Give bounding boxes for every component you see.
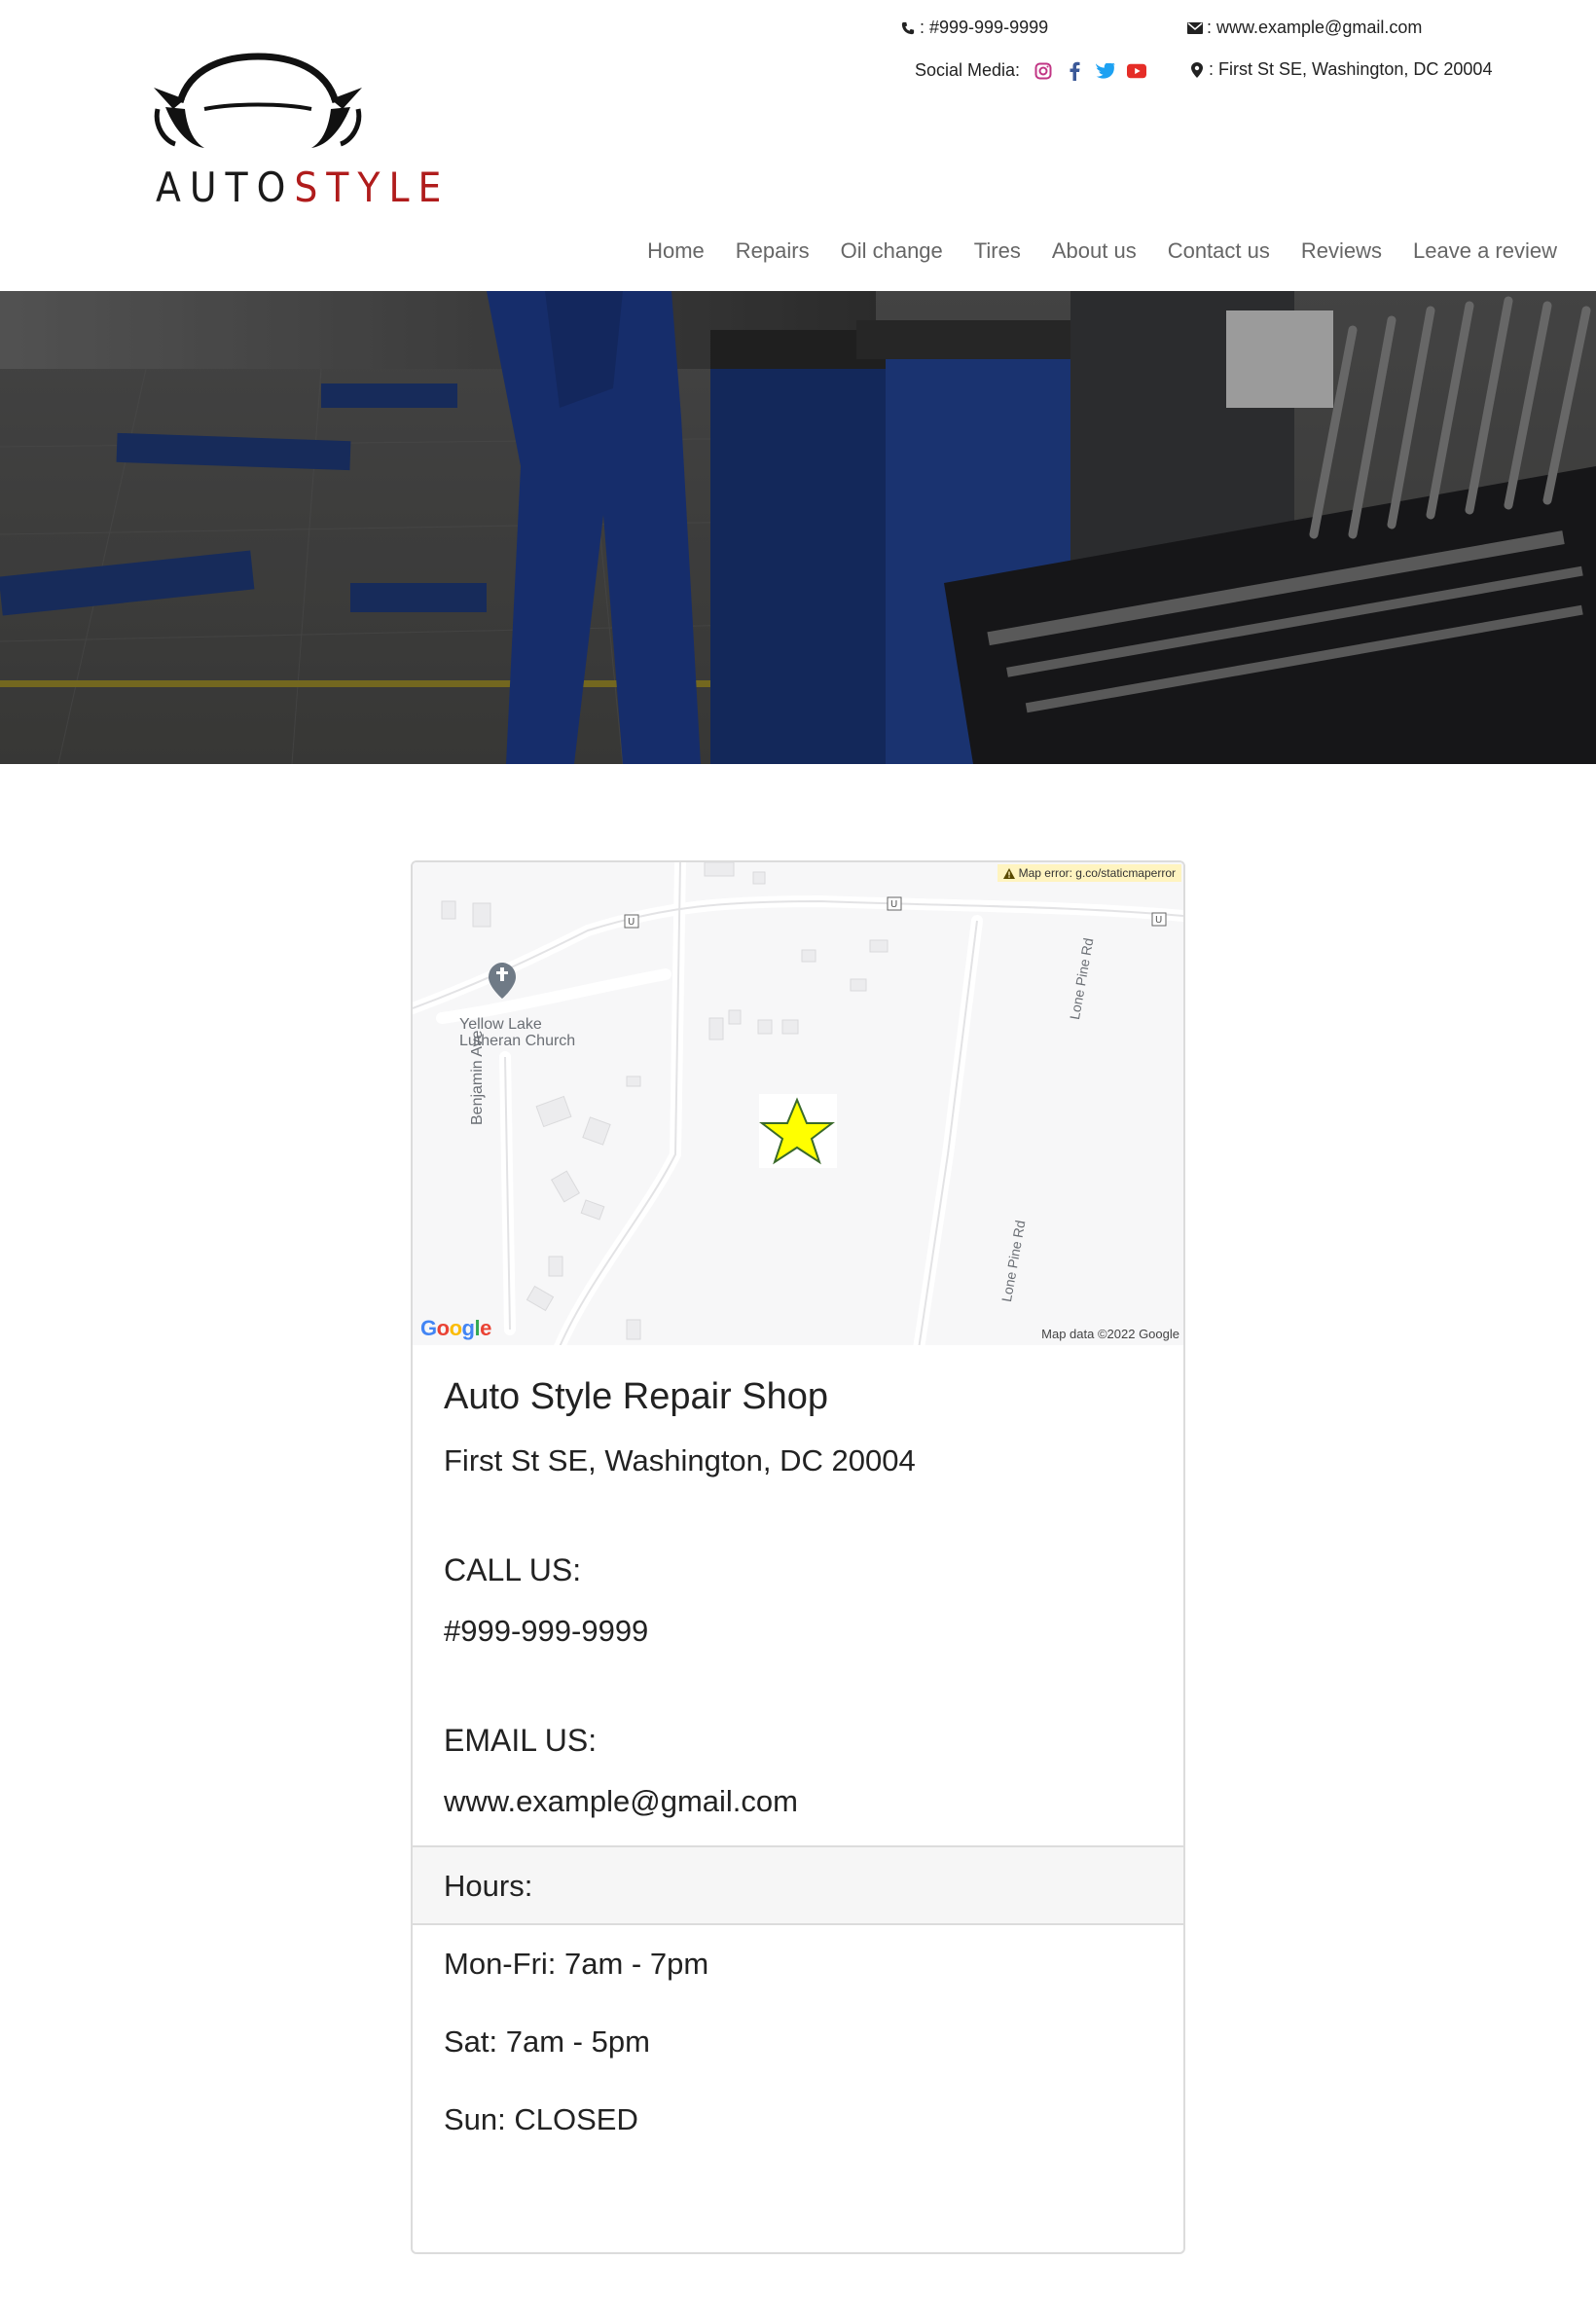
social-media-label: Social Media: [915, 60, 1021, 80]
map-copyright: Map data ©2022 Google [1041, 1327, 1179, 1341]
nav-tires[interactable]: Tires [974, 238, 1021, 264]
logo-wordmark: AUTOSTYLE [156, 164, 450, 211]
phone-icon [900, 20, 916, 36]
google-logo: Google [420, 1316, 491, 1340]
nav-home[interactable]: Home [647, 238, 705, 264]
shop-name: Auto Style Repair Shop [444, 1376, 829, 1417]
email-us-title: EMAIL US: [444, 1723, 598, 1758]
nav-leave-a-review[interactable]: Leave a review [1413, 238, 1557, 264]
logo-word-style: STYLE [294, 164, 451, 211]
twitter-icon[interactable] [1096, 61, 1116, 81]
map-error-notice[interactable]: Map error: g.co/staticmaperror [997, 864, 1181, 882]
map-road-benjamin-ave: Benjamin Ave [469, 1030, 486, 1125]
header-email-text: : www.example@gmail.com [1207, 18, 1423, 37]
nav-oil-change[interactable]: Oil change [841, 238, 943, 264]
envelope-icon [1187, 20, 1203, 36]
instagram-icon[interactable] [1034, 61, 1053, 81]
facebook-icon[interactable] [1065, 61, 1084, 81]
social-media-row: Social Media: [915, 60, 1147, 81]
youtube-icon[interactable] [1127, 61, 1147, 81]
header-phone[interactable]: : #999-999-9999 [900, 18, 1048, 38]
shop-address: First St SE, Washington, DC 20004 [444, 1443, 916, 1477]
header-email[interactable]: : www.example@gmail.com [1187, 18, 1422, 38]
svg-text:U: U [890, 899, 897, 910]
location-map[interactable]: U U U Map error: g.co/staticmaperror Yel… [413, 862, 1183, 1345]
main-nav: Home Repairs Oil change Tires About us C… [647, 238, 1557, 264]
shop-details: Auto Style Repair Shop First St SE, Wash… [444, 1376, 1154, 1819]
call-us-title: CALL US: [444, 1552, 582, 1587]
hours-header: Hours: [413, 1845, 1183, 1925]
nav-contact-us[interactable]: Contact us [1168, 238, 1270, 264]
nav-about-us[interactable]: About us [1052, 238, 1137, 264]
map-streets: U U U [413, 862, 1183, 1345]
site-header: AUTOSTYLE : #999-999-9999 : www.example@… [0, 0, 1596, 291]
shop-info-card: U U U Map error: g.co/staticmaperror Yel… [411, 860, 1185, 2254]
hours-saturday: Sat: 7am - 5pm [444, 2024, 650, 2059]
header-address[interactable]: : First St SE, Washington, DC 20004 [1189, 59, 1492, 80]
hours-list: Mon-Fri: 7am - 7pm Sat: 7am - 5pm Sun: C… [444, 1947, 708, 2180]
car-silhouette-icon [154, 53, 362, 148]
garage-mechanic-image [0, 291, 1596, 764]
svg-text:U: U [628, 917, 635, 928]
nav-reviews[interactable]: Reviews [1301, 238, 1382, 264]
warning-icon [1002, 867, 1015, 879]
header-phone-text: : #999-999-9999 [920, 18, 1049, 37]
svg-text:U: U [1155, 915, 1162, 926]
hours-weekdays: Mon-Fri: 7am - 7pm [444, 1947, 709, 1981]
header-address-text: : First St SE, Washington, DC 20004 [1209, 59, 1493, 79]
shop-email[interactable]: www.example@gmail.com [444, 1784, 1154, 1819]
hours-sunday: Sun: CLOSED [444, 2102, 638, 2136]
map-marker-icon [1189, 61, 1205, 78]
hero-image-garage [0, 291, 1596, 764]
shop-phone[interactable]: #999-999-9999 [444, 1614, 1154, 1649]
logo-word-auto: AUTO [156, 164, 295, 211]
autostyle-logo[interactable]: AUTOSTYLE [146, 49, 441, 214]
map-error-text: Map error: g.co/staticmaperror [1018, 866, 1176, 880]
nav-repairs[interactable]: Repairs [736, 238, 810, 264]
